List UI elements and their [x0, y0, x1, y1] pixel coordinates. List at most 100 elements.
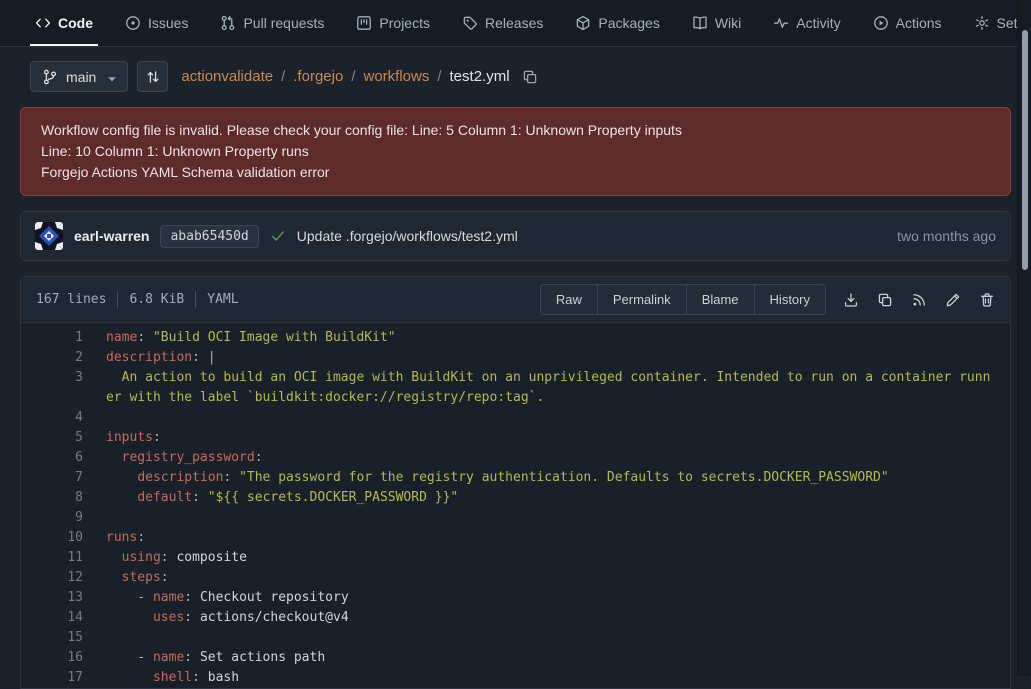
edit-button[interactable]: [939, 286, 966, 313]
copy-button[interactable]: [871, 286, 898, 313]
commit-status-success[interactable]: [270, 228, 286, 244]
permalink-button[interactable]: Permalink: [597, 285, 686, 314]
commit-time: two months ago: [897, 228, 996, 244]
line-number[interactable]: 5: [21, 428, 83, 448]
line-content: description: |: [83, 348, 1010, 368]
latest-commit-box: earl-warren abab65450d Update .forgejo/w…: [20, 211, 1011, 261]
line-content: An action to build an OCI image with Bui…: [83, 368, 1010, 408]
line-content: - name: Checkout repository: [83, 588, 1010, 608]
code-line: 2description: |: [21, 348, 1010, 368]
code-line: 16 - name: Set actions path: [21, 648, 1010, 668]
commit-author[interactable]: earl-warren: [74, 228, 149, 244]
line-number[interactable]: 1: [21, 328, 83, 348]
package-icon: [575, 15, 591, 31]
line-content: description: "The password for the regis…: [83, 468, 1010, 488]
code-line: 1name: "Build OCI Image with BuildKit": [21, 328, 1010, 348]
issue-icon: [125, 15, 141, 31]
line-number[interactable]: 9: [21, 508, 83, 528]
tab-label: Projects: [379, 15, 430, 31]
tab-activity[interactable]: Activity: [773, 0, 840, 46]
tab-pull-requests[interactable]: Pull requests: [220, 0, 324, 46]
copy-path-button[interactable]: [522, 69, 538, 85]
delete-icon: [979, 292, 995, 308]
tab-label: Code: [58, 15, 93, 31]
code-icon: [35, 15, 51, 31]
file-language: YAML: [207, 292, 238, 307]
line-content: [83, 408, 1010, 428]
error-line-1: Workflow config file is invalid. Please …: [41, 120, 990, 141]
code-line: 5inputs:: [21, 428, 1010, 448]
copy-icon: [522, 69, 538, 85]
breadcrumb-separator: /: [437, 68, 441, 85]
tab-projects[interactable]: Projects: [356, 0, 430, 46]
line-content: steps:: [83, 568, 1010, 588]
avatar[interactable]: [35, 222, 63, 250]
tab-label: Releases: [485, 15, 543, 31]
line-number[interactable]: 11: [21, 548, 83, 568]
line-number[interactable]: 12: [21, 568, 83, 588]
divider: [117, 291, 118, 308]
book-icon: [692, 15, 708, 31]
tab-label: Issues: [148, 15, 188, 31]
line-number[interactable]: 16: [21, 648, 83, 668]
compare-button[interactable]: [137, 61, 168, 92]
scrollbar-thumb[interactable]: [1022, 30, 1028, 270]
history-button[interactable]: History: [754, 285, 825, 314]
tab-issues[interactable]: Issues: [125, 0, 188, 46]
code-line: 17 shell: bash: [21, 668, 1010, 688]
play-icon: [873, 15, 889, 31]
tab-releases[interactable]: Releases: [462, 0, 543, 46]
breadcrumb-separator: /: [281, 68, 285, 85]
code-line: 6 registry_password:: [21, 448, 1010, 468]
tab-label: Wiki: [715, 15, 741, 31]
error-banner: Workflow config file is invalid. Please …: [20, 107, 1011, 196]
branch-selector-button[interactable]: main: [30, 61, 128, 92]
divider: [195, 291, 196, 308]
line-number[interactable]: 13: [21, 588, 83, 608]
delete-button[interactable]: [973, 286, 1000, 313]
rss-icon: [911, 292, 927, 308]
check-icon: [270, 228, 286, 244]
tab-label: Activity: [796, 15, 840, 31]
line-content: registry_password:: [83, 448, 1010, 468]
line-number[interactable]: 2: [21, 348, 83, 368]
commit-message[interactable]: Update .forgejo/workflows/test2.yml: [297, 228, 518, 244]
code-view: 1name: "Build OCI Image with BuildKit"2d…: [21, 323, 1010, 688]
branch-breadcrumb-row: main actionvalidate/.forgejo/workflows/t…: [0, 47, 1031, 105]
rss-button[interactable]: [905, 286, 932, 313]
raw-button[interactable]: Raw: [541, 285, 597, 314]
download-button[interactable]: [837, 286, 864, 313]
line-number[interactable]: 7: [21, 468, 83, 488]
file-action-icons: [837, 286, 1000, 313]
line-content: name: "Build OCI Image with BuildKit": [83, 328, 1010, 348]
error-line-2: Line: 10 Column 1: Unknown Property runs: [41, 141, 990, 162]
tab-code[interactable]: Code: [35, 0, 93, 46]
download-icon: [843, 292, 859, 308]
code-line: 13 - name: Checkout repository: [21, 588, 1010, 608]
line-number[interactable]: 17: [21, 668, 83, 688]
breadcrumb-repo-link[interactable]: actionvalidate: [181, 68, 273, 85]
tab-label: Actions: [896, 15, 942, 31]
line-number[interactable]: 14: [21, 608, 83, 628]
breadcrumb-dir-link-0[interactable]: .forgejo: [293, 68, 343, 85]
line-content: using: composite: [83, 548, 1010, 568]
tab-label: Packages: [598, 15, 659, 31]
tab-packages[interactable]: Packages: [575, 0, 659, 46]
commit-sha-badge[interactable]: abab65450d: [160, 225, 258, 248]
branch-icon: [42, 69, 58, 85]
repo-tabs: Code Issues Pull requests Projects Releases P…: [0, 0, 1031, 47]
tab-wiki[interactable]: Wiki: [692, 0, 741, 46]
line-content: [83, 628, 1010, 648]
file-view-buttons: RawPermalinkBlameHistory: [540, 284, 826, 315]
line-number[interactable]: 10: [21, 528, 83, 548]
tab-actions[interactable]: Actions: [873, 0, 942, 46]
line-number[interactable]: 3: [21, 368, 83, 408]
activity-icon: [773, 15, 789, 31]
compare-icon: [145, 69, 161, 85]
line-number[interactable]: 4: [21, 408, 83, 428]
line-number[interactable]: 6: [21, 448, 83, 468]
breadcrumb-dir-link-1[interactable]: workflows: [363, 68, 429, 85]
blame-button[interactable]: Blame: [686, 285, 754, 314]
line-number[interactable]: 15: [21, 628, 83, 648]
line-number[interactable]: 8: [21, 488, 83, 508]
